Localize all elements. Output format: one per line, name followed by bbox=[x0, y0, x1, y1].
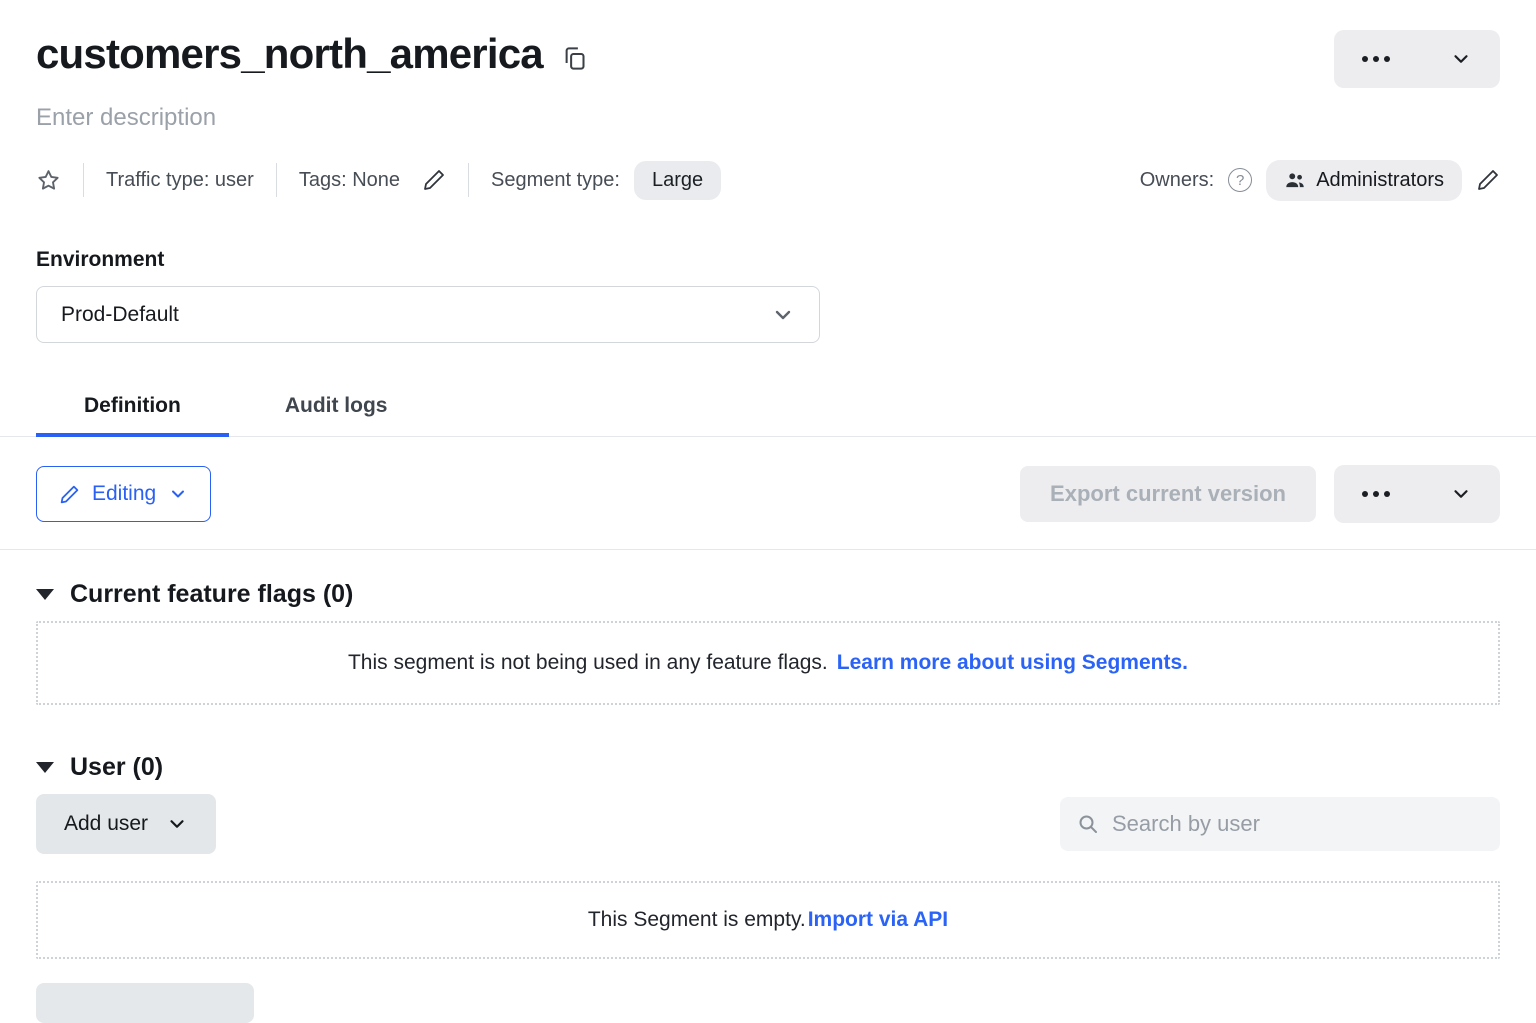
pencil-icon bbox=[59, 484, 80, 505]
chevron-down-icon[interactable] bbox=[1450, 48, 1472, 70]
editing-label: Editing bbox=[92, 482, 156, 506]
clipped-bottom-element bbox=[36, 983, 254, 1023]
owners-value: Administrators bbox=[1316, 169, 1444, 192]
feature-flags-empty-text: This segment is not being used in any fe… bbox=[348, 651, 828, 675]
more-options-icon[interactable] bbox=[1362, 56, 1390, 62]
search-icon bbox=[1076, 812, 1100, 836]
page-header: customers_north_america bbox=[0, 0, 1536, 88]
help-circle-icon[interactable]: ? bbox=[1228, 168, 1252, 192]
copy-icon[interactable] bbox=[561, 45, 588, 72]
disclosure-triangle-icon bbox=[36, 589, 54, 600]
favorite-star-icon[interactable] bbox=[36, 168, 61, 193]
toolbar-actions-button-group bbox=[1334, 465, 1500, 523]
chevron-down-icon[interactable] bbox=[1450, 483, 1472, 505]
divider bbox=[0, 549, 1536, 550]
tabs-bar: Definition Audit logs bbox=[0, 379, 1536, 437]
tags-label: Tags: None bbox=[299, 169, 400, 192]
chevron-down-icon bbox=[168, 484, 188, 504]
owners-group: Owners: ? Administrators bbox=[1140, 160, 1500, 201]
environment-select[interactable]: Prod-Default bbox=[36, 286, 820, 343]
search-by-user-input[interactable] bbox=[1110, 810, 1484, 838]
editing-mode-button[interactable]: Editing bbox=[36, 466, 211, 522]
user-section: User (0) Add user This Segment is bbox=[36, 753, 1500, 1023]
add-user-label: Add user bbox=[64, 812, 148, 836]
page-title: customers_north_america bbox=[36, 30, 543, 78]
environment-label: Environment bbox=[36, 248, 1500, 272]
user-empty-text: This Segment is empty. bbox=[588, 908, 806, 932]
disclosure-triangle-icon bbox=[36, 762, 54, 773]
toolbar: Editing Export current version bbox=[36, 465, 1500, 523]
owners-badge[interactable]: Administrators bbox=[1266, 160, 1462, 201]
people-icon bbox=[1284, 169, 1306, 191]
header-actions-button-group bbox=[1334, 30, 1500, 88]
segment-type-badge: Large bbox=[634, 161, 721, 200]
user-empty-state: This Segment is empty. Import via API bbox=[36, 881, 1500, 959]
add-user-button[interactable]: Add user bbox=[36, 794, 216, 854]
tab-definition[interactable]: Definition bbox=[36, 379, 229, 437]
meta-row: Traffic type: user Tags: None Segment ty… bbox=[36, 158, 1500, 202]
chevron-down-icon bbox=[771, 303, 795, 327]
segment-type-label: Segment type: bbox=[491, 169, 620, 192]
divider bbox=[276, 163, 277, 197]
chevron-down-icon bbox=[166, 813, 188, 835]
environment-selected-value: Prod-Default bbox=[61, 303, 179, 327]
export-current-version-button[interactable]: Export current version bbox=[1020, 466, 1316, 522]
learn-more-link[interactable]: Learn more about using Segments. bbox=[837, 651, 1188, 675]
feature-flags-title: Current feature flags (0) bbox=[70, 580, 353, 609]
feature-flags-section-header[interactable]: Current feature flags (0) bbox=[36, 580, 1500, 609]
tab-audit-logs[interactable]: Audit logs bbox=[237, 379, 436, 437]
user-search-box bbox=[1060, 797, 1500, 851]
feature-flags-empty-state: This segment is not being used in any fe… bbox=[36, 621, 1500, 705]
user-section-title: User (0) bbox=[70, 753, 163, 782]
description-placeholder[interactable]: Enter description bbox=[36, 104, 1500, 132]
divider bbox=[83, 163, 84, 197]
edit-tags-pencil-icon[interactable] bbox=[422, 168, 446, 192]
more-options-icon[interactable] bbox=[1362, 491, 1390, 497]
traffic-type-label: Traffic type: user bbox=[106, 169, 254, 192]
feature-flags-section: Current feature flags (0) This segment i… bbox=[36, 580, 1500, 705]
user-section-header[interactable]: User (0) bbox=[36, 753, 1500, 782]
edit-owners-pencil-icon[interactable] bbox=[1476, 168, 1500, 192]
user-controls-row: Add user bbox=[36, 794, 1500, 854]
import-via-api-link[interactable]: Import via API bbox=[808, 908, 948, 932]
owners-label: Owners: bbox=[1140, 169, 1214, 192]
divider bbox=[468, 163, 469, 197]
